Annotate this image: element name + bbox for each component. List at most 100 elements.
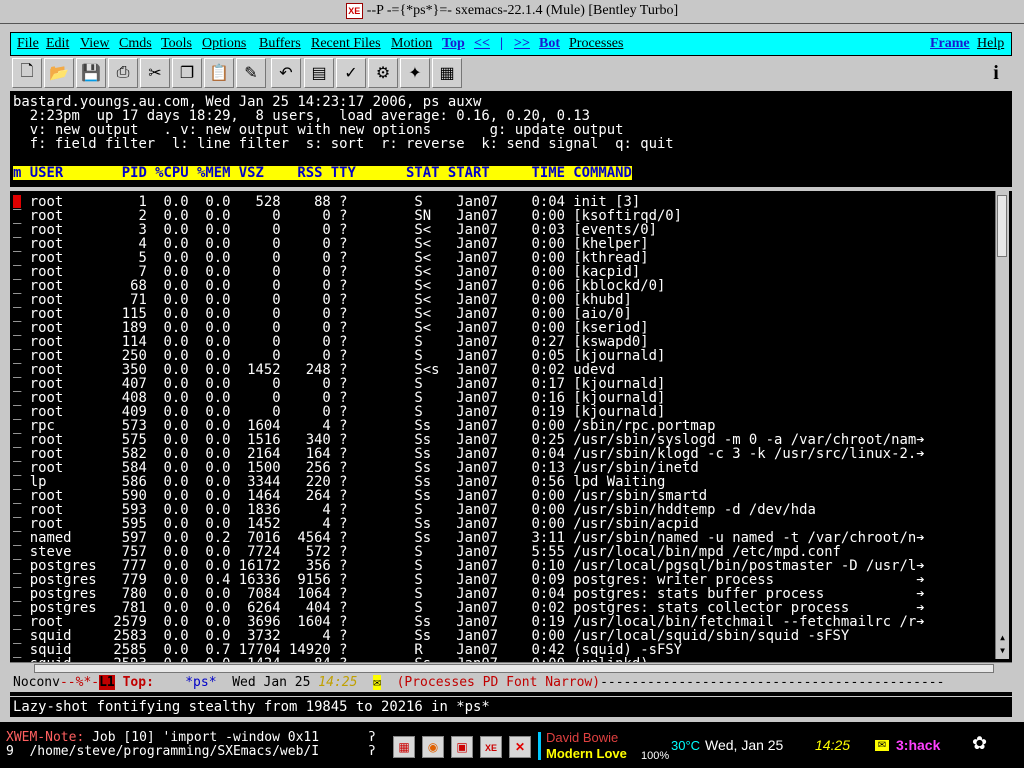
- terminal-icon[interactable]: ▣: [451, 736, 473, 758]
- overflow-marker-2: ʔ: [368, 744, 376, 759]
- song-title: Modern Love: [546, 746, 627, 761]
- paste-icon[interactable]: 📋: [204, 58, 234, 88]
- process-row[interactable]: _ postgres 777 0.0 0.0 16172 356 ? S Jan…: [13, 559, 925, 573]
- nav-bot[interactable]: Bot: [539, 36, 560, 52]
- process-row[interactable]: _ root 590 0.0 0.0 1464 264 ? Ss Jan07 0…: [13, 489, 707, 503]
- process-row[interactable]: _ root 7 0.0 0.0 0 0 ? S< Jan07 0:00 [ka…: [13, 265, 640, 279]
- process-row[interactable]: _ root 593 0.0 0.0 1836 4 ? S Jan07 0:00…: [13, 503, 816, 517]
- process-row[interactable]: _ squid 2585 0.0 0.7 17704 14920 ? R Jan…: [13, 643, 682, 657]
- cut-icon[interactable]: ✂: [140, 58, 170, 88]
- menu-view[interactable]: View: [80, 36, 109, 52]
- accent-bar: [538, 732, 541, 760]
- menu-recent-files[interactable]: Recent Files: [311, 36, 381, 52]
- process-row[interactable]: _ root 1 0.0 0.0 528 88 ? S Jan07 0:04 i…: [13, 195, 640, 209]
- process-row[interactable]: _ root 114 0.0 0.0 0 0 ? S Jan07 0:27 [k…: [13, 335, 649, 349]
- process-row[interactable]: _ postgres 779 0.0 0.4 16336 9156 ? S Ja…: [13, 573, 925, 587]
- nav-top[interactable]: Top: [442, 36, 465, 52]
- menu-frame[interactable]: Frame: [930, 36, 970, 52]
- menu-buffers[interactable]: Buffers: [259, 36, 301, 52]
- sxemacs-app-icon[interactable]: XE: [345, 3, 363, 19]
- process-row[interactable]: _ postgres 781 0.0 0.0 6264 404 ? S Jan0…: [13, 601, 925, 615]
- modeline[interactable]: Noconv--%*-L1 Top: *ps* Wed Jan 25 14:25…: [10, 674, 1012, 692]
- sxemacs-launcher-icon[interactable]: XE: [480, 736, 502, 758]
- process-row[interactable]: _ root 408 0.0 0.0 0 0 ? S Jan07 0:16 [k…: [13, 391, 665, 405]
- menu-processes[interactable]: Processes: [569, 36, 623, 52]
- process-row[interactable]: _ steve 757 0.0 0.0 7724 572 ? S Jan07 5…: [13, 545, 841, 559]
- process-row[interactable]: _ lp 586 0.0 0.0 3344 220 ? Ss Jan07 0:5…: [13, 475, 665, 489]
- column-header[interactable]: m USER PID %CPU %MEM VSZ RSS TTY STAT ST…: [13, 166, 632, 180]
- panel-date: Wed, Jan 25: [705, 737, 784, 753]
- process-row[interactable]: _ root 407 0.0 0.0 0 0 ? S Jan07 0:17 [k…: [13, 377, 665, 391]
- copy-icon[interactable]: ❐: [172, 58, 202, 88]
- process-row[interactable]: _ root 2 0.0 0.0 0 0 ? SN Jan07 0:00 [ks…: [13, 209, 682, 223]
- process-row[interactable]: _ root 68 0.0 0.0 0 0 ? S< Jan07 0:06 [k…: [13, 279, 665, 293]
- xwem-note-line-2: 9 /home/steve/programming/SXEmacs/web/I: [6, 745, 320, 759]
- process-row[interactable]: _ root 582 0.0 0.0 2164 164 ? Ss Jan07 0…: [13, 447, 925, 461]
- process-row[interactable]: _ postgres 780 0.0 0.0 7084 1064 ? S Jan…: [13, 587, 925, 601]
- menu-tools[interactable]: Tools: [161, 36, 192, 52]
- modeline-status: --%*-: [59, 675, 100, 690]
- window-title-bar[interactable]: XE --P -={*ps*}=- sxemacs-22.1.4 (Mule) […: [0, 0, 1024, 24]
- process-row[interactable]: _ root 115 0.0 0.0 0 0 ? S< Jan07 0:00 […: [13, 307, 632, 321]
- menubar: File Edit View Cmds Tools Options Buffer…: [10, 32, 1012, 56]
- scroll-down-arrow[interactable]: ▼: [996, 646, 1009, 658]
- print-icon[interactable]: ⎙: [108, 58, 138, 88]
- menu-help[interactable]: Help: [977, 36, 1004, 52]
- horizontal-scrollbar-thumb[interactable]: [34, 664, 994, 673]
- modeline-noconv: Noconv: [13, 675, 60, 690]
- workspace-name[interactable]: 3:hack: [896, 738, 940, 752]
- process-row[interactable]: _ rpc 573 0.0 0.0 1604 4 ? Ss Jan07 0:00…: [13, 419, 715, 433]
- process-row[interactable]: _ root 595 0.0 0.0 1452 4 ? Ss Jan07 0:0…: [13, 517, 699, 531]
- nav-prev[interactable]: <<: [474, 36, 490, 52]
- ps-buffer[interactable]: bastard.youngs.au.com, Wed Jan 25 14:23:…: [10, 91, 1012, 696]
- menu-file[interactable]: File: [17, 36, 39, 52]
- gear-icon[interactable]: ✿: [972, 734, 987, 752]
- process-row[interactable]: _ root 250 0.0 0.0 0 0 ? S Jan07 0:05 [k…: [13, 349, 665, 363]
- spell-icon[interactable]: ✓: [336, 58, 366, 88]
- open-folder-icon[interactable]: 📂: [44, 58, 74, 88]
- scroll-up-arrow[interactable]: ▲: [996, 633, 1009, 645]
- process-row[interactable]: _ root 2579 0.0 0.0 3696 1604 ? Ss Jan07…: [13, 615, 925, 629]
- window-divider[interactable]: [10, 187, 1012, 191]
- undo-icon[interactable]: ↶: [271, 58, 301, 88]
- firefox-icon[interactable]: ◉: [422, 736, 444, 758]
- echo-area: Lazy-shot fontifying stealthy from 19845…: [10, 697, 1012, 717]
- edit-icon[interactable]: ✎: [236, 58, 266, 88]
- compile-icon[interactable]: ⚙: [368, 58, 398, 88]
- window-title: --P -={*ps*}=- sxemacs-22.1.4 (Mule) [Be…: [366, 3, 679, 19]
- save-icon[interactable]: 💾: [76, 58, 106, 88]
- process-row[interactable]: _ root 575 0.0 0.0 1516 340 ? Ss Jan07 0…: [13, 433, 925, 447]
- close-icon[interactable]: ✕: [509, 736, 531, 758]
- process-row[interactable]: _ root 4 0.0 0.0 0 0 ? S< Jan07 0:00 [kh…: [13, 237, 649, 251]
- process-row[interactable]: _ root 5 0.0 0.0 0 0 ? S< Jan07 0:00 [kt…: [13, 251, 649, 265]
- process-row[interactable]: _ root 3 0.0 0.0 0 0 ? S< Jan07 0:03 [ev…: [13, 223, 657, 237]
- news-icon[interactable]: ▦: [432, 58, 462, 88]
- menu-motion[interactable]: Motion: [391, 36, 432, 52]
- vertical-scrollbar-thumb[interactable]: [997, 195, 1007, 257]
- sxemacs-frame: File Edit View Cmds Tools Options Buffer…: [0, 24, 1024, 722]
- new-file-icon[interactable]: 🗋: [12, 58, 42, 88]
- process-row[interactable]: _ root 71 0.0 0.0 0 0 ? S< Jan07 0:00 [k…: [13, 293, 632, 307]
- nav-mark[interactable]: |: [500, 36, 503, 52]
- debug-icon[interactable]: ✦: [400, 58, 430, 88]
- panel-mail-icon[interactable]: ✉: [875, 740, 889, 751]
- menu-edit[interactable]: Edit: [46, 36, 69, 52]
- menu-options[interactable]: Options: [202, 36, 246, 52]
- text-cursor: [13, 195, 21, 208]
- nav-next[interactable]: >>: [514, 36, 530, 52]
- process-row[interactable]: _ squid 2583 0.0 0.0 3732 4 ? Ss Jan07 0…: [13, 629, 849, 643]
- dired-icon[interactable]: ▤: [304, 58, 334, 88]
- process-row[interactable]: _ root 350 0.0 0.0 1452 248 ? S<s Jan07 …: [13, 363, 615, 377]
- process-row[interactable]: _ root 409 0.0 0.0 0 0 ? S Jan07 0:19 [k…: [13, 405, 665, 419]
- vertical-scrollbar[interactable]: ▲ ▼: [995, 191, 1009, 659]
- process-row[interactable]: _ named 597 0.0 0.2 7016 4564 ? Ss Jan07…: [13, 531, 925, 545]
- modeline-modes[interactable]: (Processes PD Font Narrow): [397, 675, 601, 690]
- process-row[interactable]: _ root 584 0.0 0.0 1500 256 ? Ss Jan07 0…: [13, 461, 699, 475]
- process-row[interactable]: _ root 189 0.0 0.0 0 0 ? S< Jan07 0:00 […: [13, 321, 649, 335]
- toolbar: 🗋 📂 💾 ⎙ ✂ ❐ 📋 ✎ ↶ ▤ ✓ ⚙ ✦ ▦ i: [10, 57, 1012, 89]
- modeline-buffer-name[interactable]: *ps*: [185, 675, 216, 690]
- mail-icon: ✉: [373, 675, 381, 690]
- info-icon[interactable]: i: [981, 58, 1011, 88]
- xwem-launcher-icon[interactable]: ▦: [393, 736, 415, 758]
- menu-cmds[interactable]: Cmds: [119, 36, 152, 52]
